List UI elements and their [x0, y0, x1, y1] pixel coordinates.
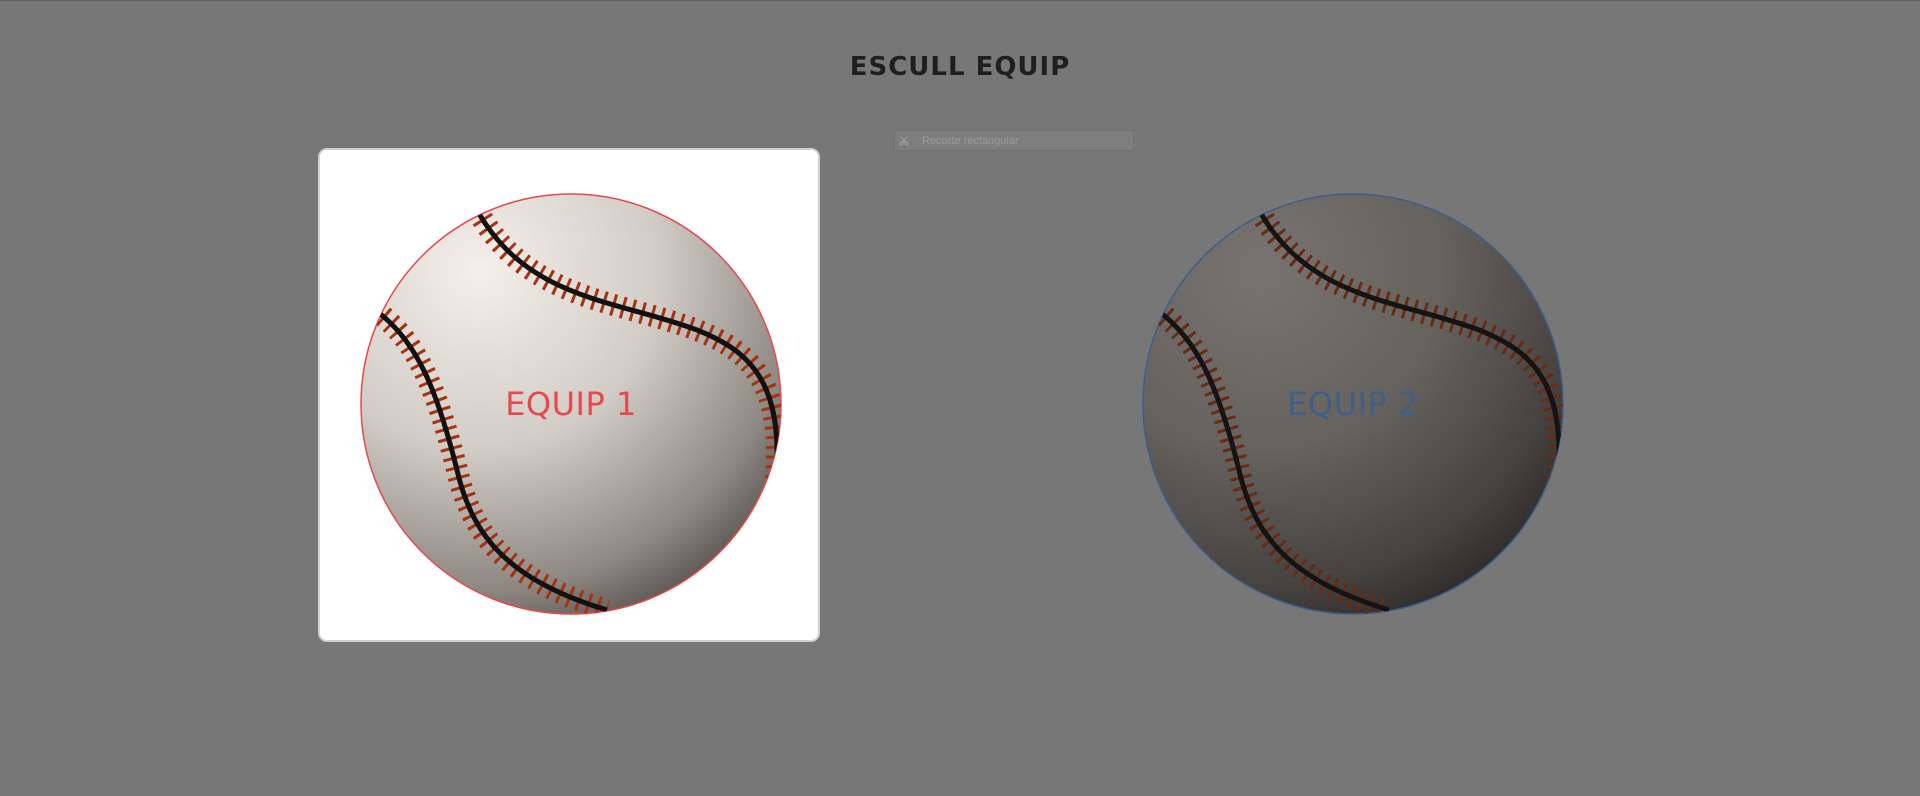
team-2-card[interactable]: EQUIP 2	[1100, 148, 1602, 642]
team-1-label: EQUIP 1	[505, 385, 637, 423]
team-1-ball[interactable]: EQUIP 1	[357, 190, 785, 618]
team-1-card[interactable]: EQUIP 1	[318, 148, 820, 642]
snipping-toolbar[interactable]: Recorte rectangular	[894, 130, 1134, 151]
team-2-label: EQUIP 2	[1287, 385, 1419, 423]
scissors-icon	[895, 131, 913, 150]
top-border	[0, 0, 1920, 1]
team-2-ball[interactable]: EQUIP 2	[1139, 190, 1567, 618]
page-title: ESCULL EQUIP	[849, 52, 1071, 82]
snipping-mode-label: Recorte rectangular	[922, 134, 1019, 147]
